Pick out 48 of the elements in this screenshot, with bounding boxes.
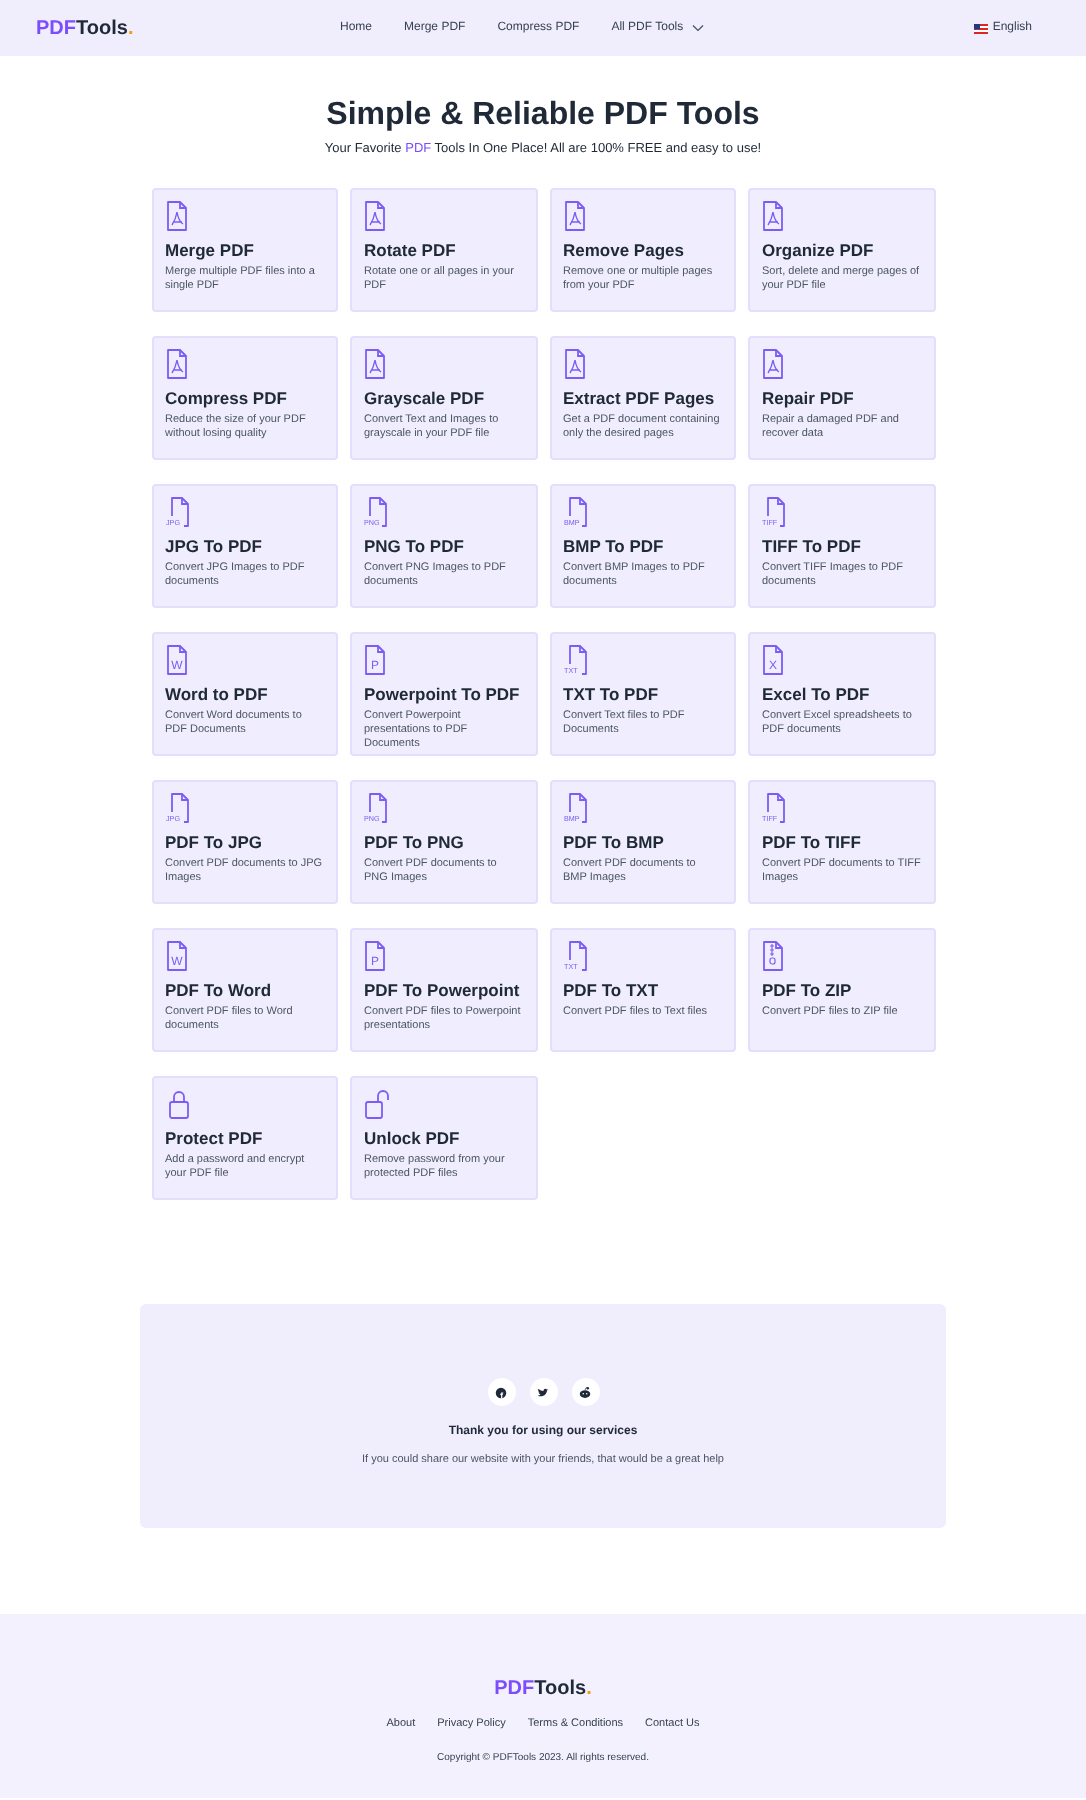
tool-title: Grayscale PDF [364,387,487,408]
pdf-file-icon [165,199,191,232]
tool-title: Organize PDF [762,239,876,260]
tool-title: PDF To BMP [563,831,666,852]
tool-title: Protect PDF [165,1127,265,1148]
zip-file-icon [762,939,788,972]
share-button[interactable] [487,1378,515,1407]
page-title: Simple & Reliable PDF Tools [326,96,760,136]
tool-title: Word to PDF [165,683,270,704]
tool-title: PDF To Word [165,979,274,1000]
tool-title: Repair PDF [762,387,856,408]
footer-logo[interactable]: PDFTools. [494,1673,592,1704]
tool-title: BMP To PDF [563,535,666,556]
flag-icon [974,23,989,33]
logo[interactable]: PDFTools. [36,13,276,43]
share-button[interactable] [571,1378,599,1407]
tool-title: PDF To JPG [165,831,264,852]
alien-head-icon [578,1385,592,1400]
tool-title: Excel To PDF [762,683,872,704]
tool-title: PDF To Powerpoint [364,979,522,1000]
pdf-file-icon [762,199,788,232]
tool-title: PDF To TIFF [762,831,863,852]
share-button[interactable] [529,1378,557,1407]
tool-title: Powerpoint To PDF [364,683,522,704]
tool-title: Unlock PDF [364,1127,462,1148]
open-padlock-icon [364,1087,390,1120]
chevron-down-icon [691,24,704,32]
round-f-icon [494,1385,508,1400]
pdf-file-icon [165,347,191,380]
tool-title: Merge PDF [165,239,256,260]
tool-title: PNG To PDF [364,535,466,556]
padlock-icon [165,1087,191,1120]
tool-title: PDF To PNG [364,831,466,852]
tool-title: JPG To PDF [165,535,264,556]
tool-title: TIFF To PDF [762,535,863,556]
tool-title: TXT To PDF [563,683,661,704]
tool-title: Remove Pages [563,239,686,260]
tool-title: Extract PDF Pages [563,387,717,408]
pdf-file-icon [762,347,788,380]
pdf-file-icon [563,347,589,380]
tool-title: Compress PDF [165,387,289,408]
pdf-file-icon [364,199,390,232]
tool-title: PDF To ZIP [762,979,854,1000]
pdf-file-icon [563,199,589,232]
pdf-file-icon [364,347,390,380]
tool-title: Rotate PDF [364,239,458,260]
bird-icon [536,1385,550,1400]
tool-title: PDF To TXT [563,979,661,1000]
